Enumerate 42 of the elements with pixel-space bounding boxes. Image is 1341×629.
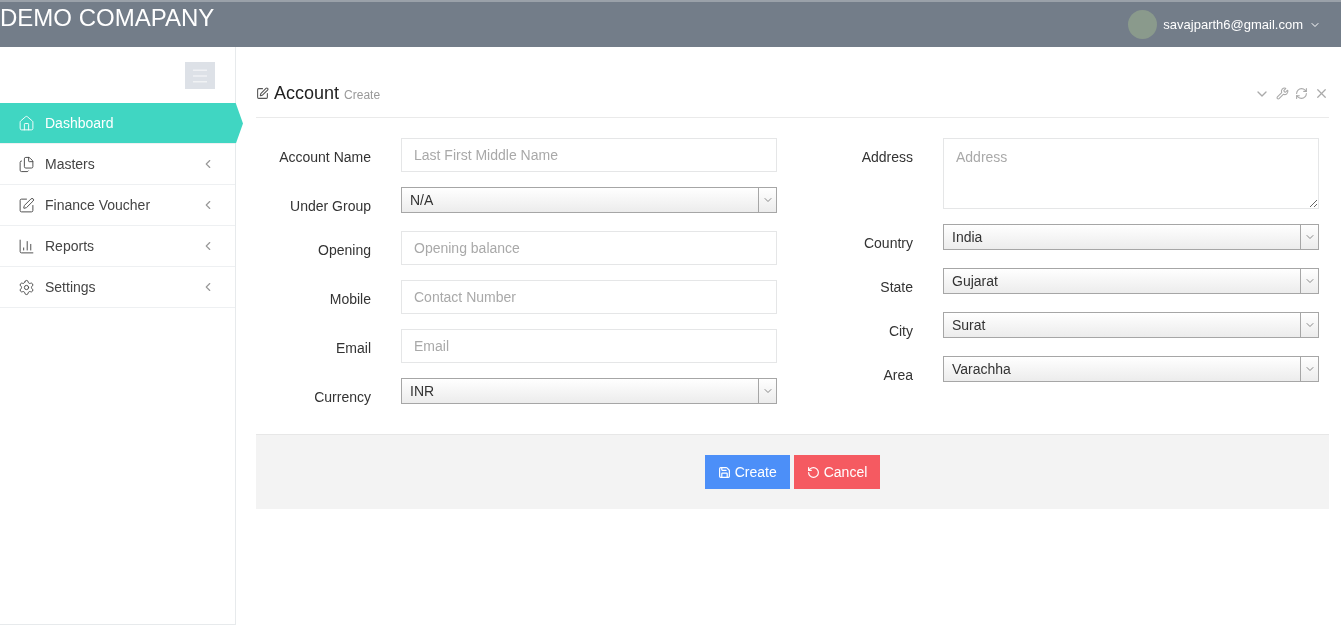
dropdown-field[interactable]: Surat bbox=[943, 312, 1319, 338]
text-field[interactable]: Contact Number bbox=[401, 280, 777, 314]
dropdown-field[interactable]: Varachha bbox=[943, 356, 1319, 382]
field-label: Area bbox=[883, 366, 913, 385]
field-label: City bbox=[888, 322, 913, 341]
field-label: Account Name bbox=[279, 148, 371, 167]
edit-icon bbox=[256, 87, 269, 100]
field-label: Currency bbox=[314, 388, 371, 407]
address-field[interactable]: Address bbox=[943, 138, 1319, 209]
field-label: Opening bbox=[318, 241, 371, 260]
bar-chart-icon bbox=[18, 237, 35, 255]
wrench-icon[interactable] bbox=[1276, 87, 1289, 100]
dropdown-field[interactable]: INR bbox=[401, 378, 777, 404]
sidebar-item[interactable]: Reports bbox=[0, 226, 235, 267]
documents-icon bbox=[18, 155, 35, 173]
menu-button[interactable] bbox=[185, 62, 215, 89]
dropdown-field[interactable]: India bbox=[943, 224, 1319, 250]
text-field[interactable]: Last First Middle Name bbox=[401, 138, 777, 172]
close-icon[interactable] bbox=[1314, 86, 1329, 101]
field-label: Under Group bbox=[290, 197, 371, 216]
dropdown-field[interactable]: N/A bbox=[401, 187, 777, 213]
gear-icon bbox=[18, 278, 35, 296]
field-label: Country bbox=[863, 234, 913, 253]
text-field[interactable]: Opening balance bbox=[401, 231, 777, 265]
refresh-icon[interactable] bbox=[1295, 87, 1308, 100]
field-label: Email bbox=[336, 339, 371, 358]
panel-subtitle: Create bbox=[344, 87, 381, 104]
undo-icon bbox=[806, 465, 820, 479]
brand-title: DEMO COMAPANY bbox=[0, 6, 215, 30]
edit-icon bbox=[18, 196, 35, 214]
field-label: Mobile bbox=[329, 290, 371, 309]
dropdown-field[interactable]: Gujarat bbox=[943, 268, 1319, 294]
avatar bbox=[1128, 10, 1158, 39]
sidebar-item[interactable]: Finance Voucher bbox=[0, 185, 235, 226]
panel-title: Account bbox=[274, 82, 340, 105]
home-icon bbox=[18, 114, 35, 132]
sidebar-item[interactable]: Masters bbox=[0, 144, 235, 185]
field-label: State bbox=[880, 278, 913, 297]
text-field[interactable]: Email bbox=[401, 329, 777, 363]
field-label: Address bbox=[861, 148, 913, 167]
sidebar-item[interactable]: Settings bbox=[0, 267, 235, 308]
user-menu[interactable]: savajparth6@gmail.com bbox=[1128, 10, 1321, 39]
